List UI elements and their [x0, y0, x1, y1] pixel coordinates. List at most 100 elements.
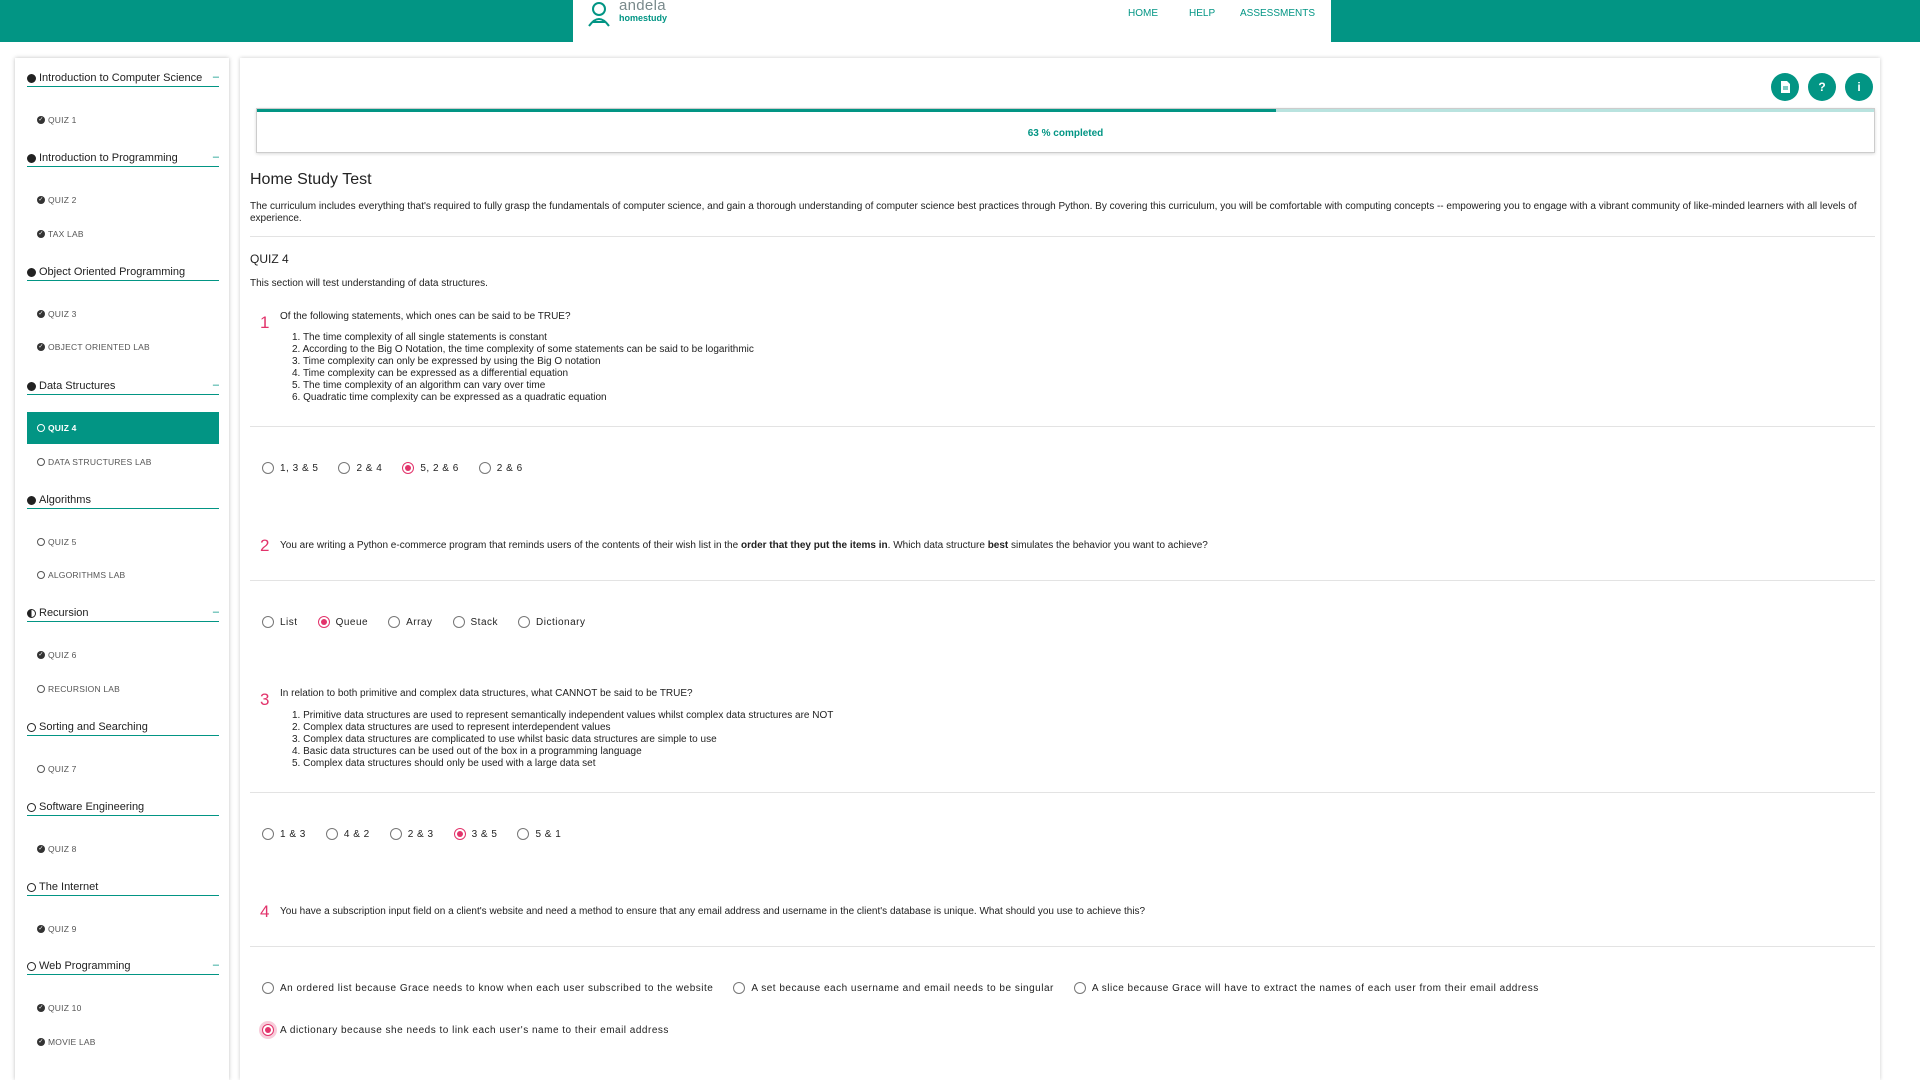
sidebar-item[interactable]: QUIZ 4: [27, 412, 219, 444]
sidebar-section-header[interactable]: Data Structures –: [27, 378, 219, 395]
sidebar-item[interactable]: ✓ QUIZ 9: [27, 913, 219, 945]
nav-home[interactable]: HOME: [1128, 8, 1158, 19]
radio-button[interactable]: [388, 616, 401, 628]
question-statements: 1. The time complexity of all single sta…: [292, 332, 754, 404]
answer-option[interactable]: Dictionary: [518, 616, 585, 628]
sidebar-item[interactable]: ✓ QUIZ 3: [27, 298, 219, 330]
sidebar-section-header[interactable]: Introduction to Programming –: [27, 150, 219, 167]
nav-help[interactable]: HELP: [1189, 8, 1215, 19]
radio-button[interactable]: [733, 982, 746, 994]
sidebar-item[interactable]: ✓ OBJECT ORIENTED LAB: [27, 331, 219, 363]
answer-option[interactable]: A dictionary because she needs to link e…: [262, 1024, 1802, 1036]
radio-button[interactable]: [262, 982, 274, 994]
sidebar-section-header[interactable]: Web Programming –: [27, 958, 219, 975]
answer-option[interactable]: 2 & 6: [478, 462, 523, 474]
answer-option[interactable]: 4 & 2: [325, 828, 370, 840]
collapse-icon[interactable]: –: [213, 379, 219, 391]
radio-button[interactable]: [262, 462, 274, 474]
sidebar-section[interactable]: Data Structures –: [27, 378, 219, 395]
sidebar-item[interactable]: ✓ QUIZ 1: [27, 104, 219, 136]
sidebar-section-header[interactable]: The Internet: [27, 879, 219, 896]
radio-button[interactable]: [402, 462, 415, 474]
radio-button[interactable]: [262, 828, 274, 840]
sidebar-item[interactable]: ✓ QUIZ 8: [27, 833, 219, 865]
sidebar-section[interactable]: Introduction to Programming –: [27, 150, 219, 167]
sidebar-item[interactable]: ✓ QUIZ 10: [27, 992, 219, 1024]
radio-button[interactable]: [478, 462, 491, 474]
collapse-icon[interactable]: –: [213, 606, 219, 618]
document-icon[interactable]: [1771, 73, 1799, 101]
help-icon[interactable]: ?: [1808, 73, 1836, 101]
sidebar-item[interactable]: DATA STRUCTURES LAB: [27, 446, 219, 478]
sidebar-section[interactable]: Algorithms: [27, 492, 219, 509]
answer-option[interactable]: List: [262, 616, 298, 628]
answer-option[interactable]: 1 & 3: [262, 828, 306, 840]
radio-button[interactable]: [518, 616, 531, 628]
radio-button[interactable]: [338, 462, 351, 474]
answer-option[interactable]: A slice because Grace will have to extra…: [1073, 982, 1539, 994]
sidebar-item[interactable]: ✓ TAX LAB: [27, 218, 219, 250]
info-icon[interactable]: i: [1845, 73, 1873, 101]
sidebar-item[interactable]: ✓ QUIZ 6: [27, 639, 219, 671]
sidebar-section[interactable]: Software Engineering: [27, 799, 219, 816]
answer-option-label: A slice because Grace will have to extra…: [1091, 982, 1539, 994]
radio-button[interactable]: [1073, 982, 1086, 994]
collapse-icon[interactable]: –: [213, 959, 219, 971]
sidebar-section[interactable]: Object Oriented Programming: [27, 264, 219, 281]
sidebar-section-title: Object Oriented Programming: [39, 266, 186, 278]
answer-option[interactable]: 1, 3 & 5: [262, 462, 318, 474]
answer-option[interactable]: 2 & 3: [389, 828, 434, 840]
answer-option[interactable]: A set because each username and email ne…: [733, 982, 1054, 994]
radio-button[interactable]: [325, 828, 338, 840]
answer-option[interactable]: 5 & 1: [517, 828, 561, 840]
answer-option-label: 4 & 2: [343, 828, 370, 840]
answer-option[interactable]: 2 & 4: [338, 462, 382, 474]
quiz-title: QUIZ 4: [250, 252, 289, 266]
radio-button[interactable]: [317, 616, 330, 628]
sidebar-section-header[interactable]: Software Engineering: [27, 799, 219, 816]
radio-button[interactable]: [453, 828, 466, 840]
radio-button[interactable]: [262, 616, 274, 628]
sidebar-item[interactable]: RECURSION LAB: [27, 673, 219, 705]
sidebar-section-header[interactable]: Object Oriented Programming: [27, 264, 219, 281]
sidebar-item[interactable]: QUIZ 7: [27, 753, 219, 785]
sidebar-section[interactable]: The Internet: [27, 879, 219, 896]
sidebar-item[interactable]: ALGORITHMS LAB: [27, 559, 219, 591]
sidebar-section-header[interactable]: Recursion –: [27, 605, 219, 622]
circle-icon: [37, 765, 45, 773]
radio-button[interactable]: [262, 1024, 274, 1036]
sidebar-item-label: QUIZ 5: [48, 537, 77, 547]
divider: [250, 236, 1875, 237]
sidebar-section-header[interactable]: Sorting and Searching: [27, 719, 219, 736]
sidebar-section-header[interactable]: Algorithms: [27, 492, 219, 509]
answer-option[interactable]: 5, 2 & 6: [402, 462, 458, 474]
sidebar-item[interactable]: QUIZ 5: [27, 526, 219, 558]
answer-option[interactable]: 3 & 5: [453, 828, 498, 840]
sidebar-section-title: Recursion: [39, 607, 89, 619]
text-emphasis: best: [987, 540, 1009, 551]
answer-option[interactable]: An ordered list because Grace needs to k…: [262, 982, 713, 994]
answer-option[interactable]: Array: [388, 616, 432, 628]
sidebar-section[interactable]: Web Programming –: [27, 958, 219, 975]
radio-button[interactable]: [389, 828, 402, 840]
collapse-icon[interactable]: –: [213, 71, 219, 83]
radio-button[interactable]: [517, 828, 530, 840]
nav-assessments[interactable]: ASSESSMENTS: [1240, 8, 1315, 19]
answer-option[interactable]: Queue: [317, 616, 369, 628]
brand-logo[interactable]: andela homestudy: [585, 0, 667, 28]
sidebar-section-title: Introduction to Computer Science: [39, 72, 203, 84]
answer-option[interactable]: Stack: [452, 616, 499, 628]
sidebar-section[interactable]: Recursion –: [27, 605, 219, 622]
sidebar-item[interactable]: ✓ QUIZ 2: [27, 184, 219, 216]
sidebar-section[interactable]: Sorting and Searching: [27, 719, 219, 736]
answer-option-label: An ordered list because Grace needs to k…: [280, 982, 714, 994]
radio-button[interactable]: [452, 616, 465, 628]
text-part: You are writing a Python e-commerce prog…: [280, 540, 741, 551]
sidebar-section[interactable]: Introduction to Computer Science –: [27, 70, 219, 87]
sidebar-section-header[interactable]: Introduction to Computer Science –: [27, 70, 219, 87]
collapse-icon[interactable]: –: [213, 151, 219, 163]
sidebar-item-label: QUIZ 2: [48, 195, 77, 205]
statement: 4. Basic data structures can be used out…: [292, 746, 642, 757]
sidebar-item[interactable]: ✓ MOVIE LAB: [27, 1026, 219, 1058]
progress-status-icon: [27, 381, 36, 391]
